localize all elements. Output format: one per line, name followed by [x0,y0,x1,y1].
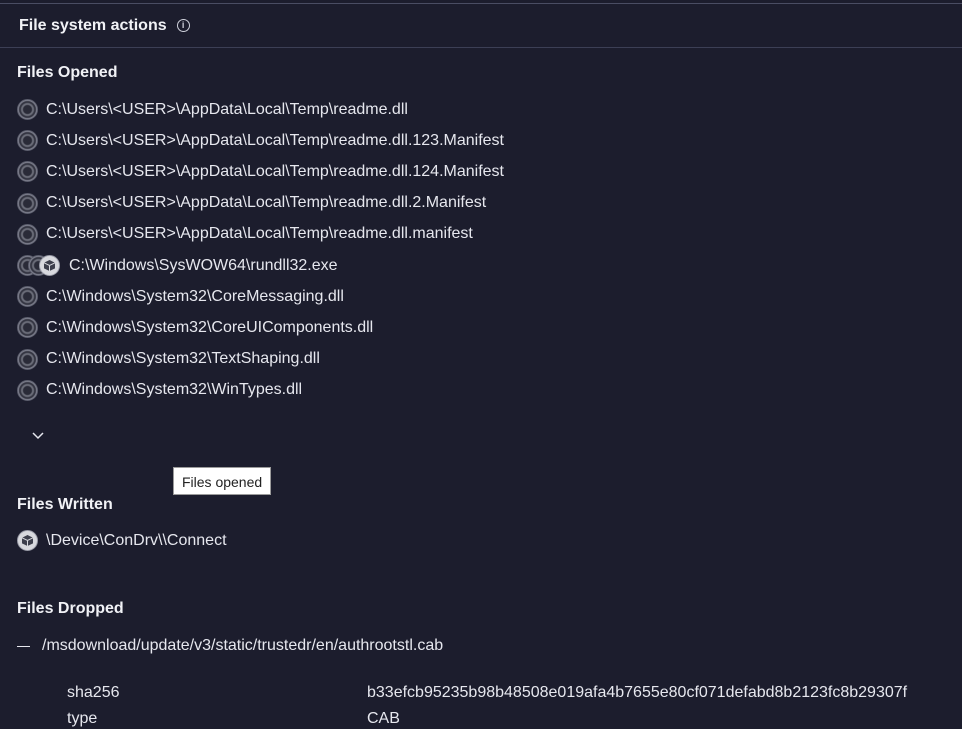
file-icons [17,130,38,152]
file-path: C:\Windows\System32\WinTypes.dll [46,381,303,399]
list-item: \Device\ConDrv\\Connect [17,530,227,551]
disc-icon [17,223,38,245]
chevron-down-icon[interactable] [31,428,45,442]
file-path: C:\Users\<USER>\AppData\Local\Temp\readm… [46,131,504,149]
file-icons [17,99,38,121]
disc-icon [17,317,38,339]
collapse-icon[interactable] [17,645,30,647]
file-path: C:\Users\<USER>\AppData\Local\Temp\readm… [46,162,504,180]
file-icons [17,223,38,245]
file-icons [17,379,38,401]
cube-icon [17,530,38,551]
list-item: C:\Windows\System32\CoreMessaging.dll [17,281,504,312]
file-icons [17,348,38,370]
disc-icon [17,161,38,183]
list-item: C:\Users\<USER>\AppData\Local\Temp\readm… [17,125,504,156]
files-dropped-title: Files Dropped [17,600,124,617]
disc-icon [17,192,38,214]
dropped-file-row[interactable]: /msdownload/update/v3/static/trustedr/en… [17,637,443,655]
sha256-label: sha256 [67,684,120,701]
list-item: C:\Windows\System32\WinTypes.dll [17,375,504,406]
list-item: C:\Users\<USER>\AppData\Local\Temp\readm… [17,219,504,250]
files-written-title: Files Written [17,496,113,513]
cube-icon [39,255,60,277]
files-opened-title: Files Opened [17,64,118,81]
file-icons [17,530,38,551]
file-path: C:\Users\<USER>\AppData\Local\Temp\readm… [46,100,408,118]
file-path: C:\Windows\SysWOW64\rundll32.exe [69,256,338,274]
disc-icon [17,99,38,121]
sha256-value: b33efcb95235b98b48508e019afa4b7655e80cf0… [367,684,908,701]
disc-icon [17,348,38,370]
disc-icon [17,130,38,152]
files-opened-list: C:\Users\<USER>\AppData\Local\Temp\readm… [17,94,504,406]
file-icons [17,161,38,183]
file-path: C:\Users\<USER>\AppData\Local\Temp\readm… [46,194,487,212]
file-path: C:\Windows\System32\CoreUIComponents.dll [46,318,374,336]
file-icons [17,255,60,277]
file-icons [17,317,38,339]
file-path: C:\Windows\System32\TextShaping.dll [46,350,320,368]
list-item: C:\Windows\System32\CoreUIComponents.dll [17,312,504,343]
type-label: type [67,710,98,727]
list-item: C:\Windows\SysWOW64\rundll32.exe [17,250,504,281]
info-icon[interactable]: i [176,19,190,32]
list-item: C:\Users\<USER>\AppData\Local\Temp\readm… [17,94,504,125]
file-path: C:\Windows\System32\CoreMessaging.dll [46,287,344,305]
file-path: C:\Users\<USER>\AppData\Local\Temp\readm… [46,225,473,243]
list-item: C:\Users\<USER>\AppData\Local\Temp\readm… [17,156,504,187]
file-path: \Device\ConDrv\\Connect [46,531,227,549]
type-value: CAB [367,710,400,727]
list-item: C:\Users\<USER>\AppData\Local\Temp\readm… [17,188,504,219]
list-item: C:\Windows\System32\TextShaping.dll [17,344,504,375]
section-title: File system actions [19,16,167,34]
disc-icon [17,379,38,401]
file-icons [17,286,38,308]
section-header: File system actions i [0,4,962,48]
disc-icon [17,286,38,308]
tooltip: Files opened [173,467,272,495]
file-path: /msdownload/update/v3/static/trustedr/en… [42,637,444,654]
file-icons [17,192,38,214]
